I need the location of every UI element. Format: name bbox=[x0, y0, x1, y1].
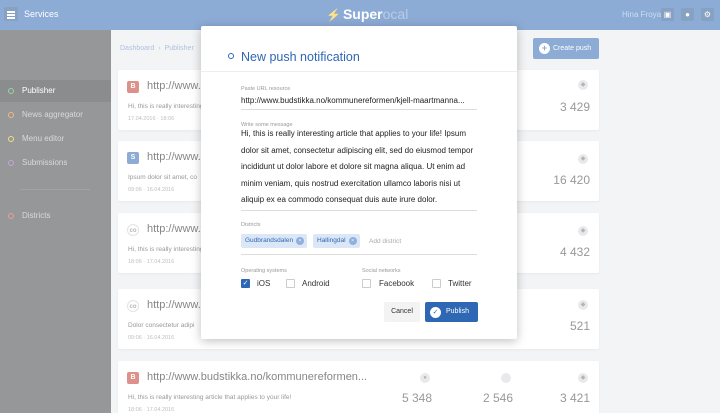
message-textarea[interactable]: Hi, this is really interesting article t… bbox=[241, 126, 481, 209]
districts-underline bbox=[241, 254, 477, 255]
district-tag: Gudbrandsdalen × bbox=[241, 234, 308, 248]
ios-label: iOS bbox=[257, 279, 271, 288]
url-input[interactable]: http://www.budstikka.no/kommunereformen/… bbox=[241, 96, 481, 105]
facebook-label: Facebook bbox=[379, 279, 415, 288]
status-dot-icon bbox=[228, 53, 234, 59]
cancel-button[interactable]: Cancel bbox=[384, 302, 420, 322]
android-checkbox[interactable] bbox=[286, 279, 295, 288]
ios-checkbox[interactable]: ✓ bbox=[241, 279, 250, 288]
twitter-label: Twitter bbox=[448, 279, 472, 288]
message-underline bbox=[241, 210, 477, 211]
twitter-checkbox[interactable] bbox=[432, 279, 441, 288]
facebook-checkbox[interactable] bbox=[362, 279, 371, 288]
dialog-header: New push notification bbox=[201, 26, 517, 72]
os-label: Operating systems bbox=[241, 268, 287, 274]
url-label: Paste URL resource bbox=[241, 86, 291, 92]
dialog-title: New push notification bbox=[241, 50, 360, 64]
publish-button[interactable]: ✓ Publish bbox=[425, 302, 478, 322]
url-underline bbox=[241, 109, 477, 110]
push-notification-dialog: New push notification Paste URL resource… bbox=[201, 26, 517, 339]
remove-tag-icon[interactable]: × bbox=[296, 237, 305, 245]
district-tag: Hallingdal × bbox=[313, 234, 360, 248]
add-district-input[interactable]: Add district bbox=[369, 238, 401, 245]
districts-label: Districts bbox=[241, 222, 261, 228]
android-label: Android bbox=[302, 279, 330, 288]
remove-tag-icon[interactable]: × bbox=[348, 237, 357, 245]
social-label: Social networks bbox=[362, 268, 401, 274]
check-icon: ✓ bbox=[430, 306, 441, 318]
